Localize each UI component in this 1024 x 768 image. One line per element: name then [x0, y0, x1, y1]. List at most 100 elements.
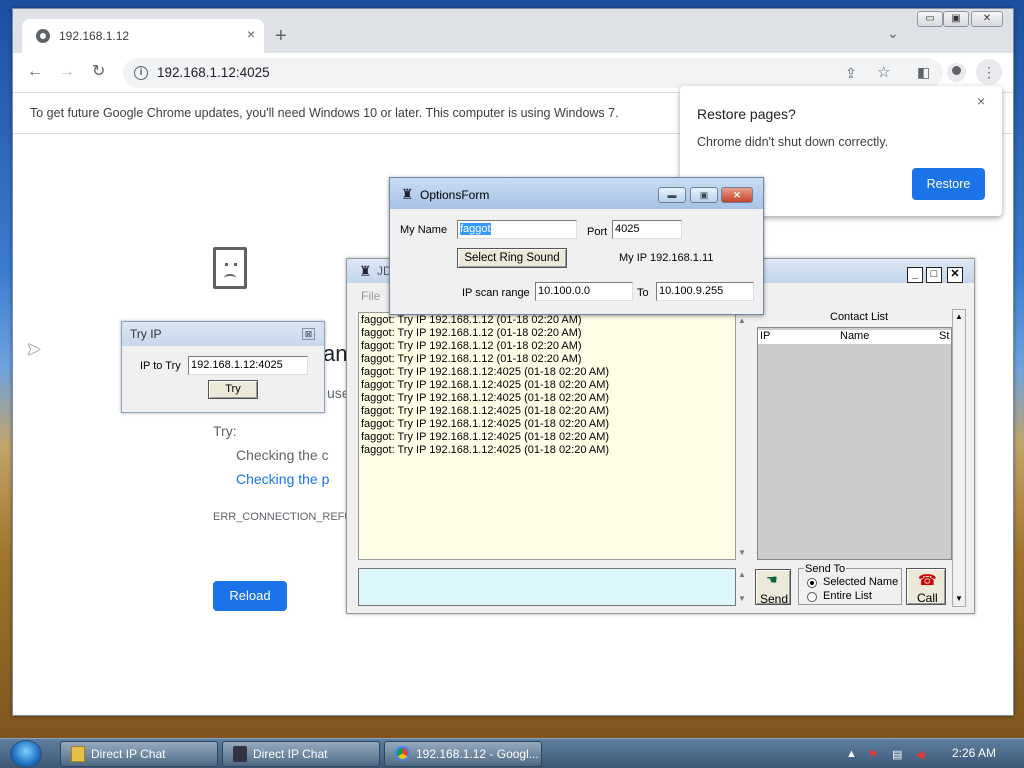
info-icon[interactable]: i: [134, 66, 148, 80]
taskbar-item[interactable]: 192.168.1.12 - Googl...: [384, 741, 542, 767]
my-name-label: My Name: [400, 224, 448, 236]
send-button[interactable]: ☚ Send: [755, 569, 791, 606]
try-ip-dialog: Try IP ⊠ IP to Try 192.168.1.12:4025 Try: [121, 321, 325, 413]
reload-button[interactable]: Reload: [213, 581, 287, 611]
minimize-button[interactable]: ▭: [917, 11, 943, 27]
message-scrollbar[interactable]: ▲ ▼: [736, 568, 748, 606]
scroll-up-arrow[interactable]: ▲: [738, 570, 746, 579]
scroll-up-arrow[interactable]: ▲: [955, 312, 963, 321]
share-icon[interactable]: ⇪: [845, 65, 857, 81]
close-window-button[interactable]: ✕: [971, 11, 1003, 27]
log-line: faggot: Try IP 192.168.1.12 (01-18 02:20…: [361, 314, 582, 326]
action-center-flag-icon[interactable]: ⚑: [868, 748, 878, 761]
radio-label-entire[interactable]: Entire List: [823, 590, 872, 602]
close-button[interactable]: ✕: [947, 267, 963, 283]
select-ring-sound-button[interactable]: Select Ring Sound: [457, 248, 567, 268]
column-status[interactable]: St: [939, 330, 951, 342]
maximize-button[interactable]: ▣: [690, 187, 718, 203]
show-hidden-icons-arrow[interactable]: ▲: [846, 748, 857, 760]
log-line: faggot: Try IP 192.168.1.12:4025 (01-18 …: [361, 405, 610, 417]
profile-avatar-icon[interactable]: [947, 63, 966, 82]
tab-strip: 192.168.1.12 × + ⌄ ▭ ▣ ✕: [13, 9, 1013, 53]
globe-icon: [36, 29, 50, 43]
taskbar-item[interactable]: Direct IP Chat: [222, 741, 380, 767]
port-input[interactable]: 4025: [612, 220, 682, 239]
suggestion-item: Checking the c: [236, 447, 346, 463]
sad-page-icon: [213, 247, 247, 289]
selected-name-text: faggot: [460, 223, 491, 235]
column-ip[interactable]: IP: [760, 330, 770, 342]
folder-icon: [71, 745, 85, 762]
tower-icon: [233, 745, 247, 762]
radio-entire-list[interactable]: [807, 592, 817, 602]
try-button[interactable]: Try: [208, 380, 258, 399]
port-label: Port: [587, 226, 608, 238]
minimize-button[interactable]: _: [907, 267, 923, 283]
log-line: faggot: Try IP 192.168.1.12:4025 (01-18 …: [361, 392, 610, 404]
volume-muted-icon[interactable]: ◀: [916, 748, 924, 761]
call-label: Call: [917, 591, 938, 605]
message-input[interactable]: [358, 568, 736, 606]
dialog-title: Try IP: [130, 327, 162, 341]
close-tab-icon[interactable]: ×: [247, 26, 255, 42]
scan-to-input[interactable]: 10.100.9.255: [656, 282, 754, 301]
close-button[interactable]: ✕: [721, 187, 753, 203]
chat-scrollbar[interactable]: ▲ ▼: [736, 312, 748, 560]
options-form-window: ♜ OptionsForm ▬ ▣ ✕ My Name faggot Port …: [389, 177, 764, 315]
tab-search-dropdown-icon[interactable]: ⌄: [887, 25, 899, 42]
log-line: faggot: Try IP 192.168.1.12:4025 (01-18 …: [361, 379, 610, 391]
browser-tab[interactable]: 192.168.1.12 ×: [22, 19, 264, 53]
close-icon[interactable]: ⊠: [302, 328, 315, 340]
ip-to-try-input[interactable]: 192.168.1.12:4025: [188, 356, 308, 375]
scroll-down-arrow[interactable]: ▼: [955, 594, 963, 603]
restore-message: Chrome didn't shut down correctly.: [697, 135, 889, 149]
log-line: faggot: Try IP 192.168.1.12 (01-18 02:20…: [361, 340, 582, 352]
side-panel-icon[interactable]: ◧: [917, 64, 930, 80]
maximize-button[interactable]: □: [926, 267, 942, 283]
contact-list[interactable]: IP Name St: [757, 327, 952, 560]
try-label: Try:: [213, 423, 237, 439]
scroll-up-arrow[interactable]: ▲: [738, 316, 746, 325]
scroll-down-arrow[interactable]: ▼: [738, 594, 746, 603]
ip-scan-range-label: IP scan range: [462, 287, 530, 299]
radio-selected-name[interactable]: [807, 578, 817, 588]
bookmark-star-icon[interactable]: ☆: [877, 65, 890, 81]
log-line: faggot: Try IP 192.168.1.12:4025 (01-18 …: [361, 418, 610, 430]
maximize-button[interactable]: ▣: [943, 11, 969, 27]
taskbar-item[interactable]: Direct IP Chat: [60, 741, 218, 767]
my-name-input[interactable]: faggot: [457, 220, 577, 239]
column-name[interactable]: Name: [840, 330, 869, 342]
call-button[interactable]: ☎ Call: [906, 568, 946, 605]
tower-icon: ♜: [359, 263, 372, 279]
forward-arrow-icon[interactable]: →: [59, 64, 75, 80]
new-tab-button[interactable]: +: [275, 26, 287, 46]
options-titlebar[interactable]: ♜ OptionsForm ▬ ▣ ✕: [390, 178, 763, 209]
send-label: Send: [760, 592, 789, 606]
close-icon[interactable]: ×: [977, 93, 985, 109]
back-arrow-icon[interactable]: ←: [27, 64, 43, 80]
menu-file[interactable]: File: [361, 289, 380, 303]
taskbar-item-label: Direct IP Chat: [253, 747, 328, 761]
try-ip-titlebar[interactable]: Try IP ⊠: [122, 322, 324, 346]
log-line: faggot: Try IP 192.168.1.12 (01-18 02:20…: [361, 353, 582, 365]
clock[interactable]: 2:26 AM: [952, 746, 996, 760]
suggestion-link[interactable]: Checking the p: [236, 471, 346, 487]
reload-icon[interactable]: ↻: [92, 64, 105, 80]
taskbar-item-label: 192.168.1.12 - Googl...: [416, 747, 539, 761]
radio-label-selected[interactable]: Selected Name: [823, 576, 898, 588]
start-button[interactable]: [10, 740, 42, 768]
scroll-down-arrow[interactable]: ▼: [738, 548, 746, 557]
address-text[interactable]: 192.168.1.12:4025: [157, 65, 270, 80]
menu-kebab-icon[interactable]: ⋮: [976, 59, 1002, 85]
mouse-cursor-icon: ➤: [26, 339, 42, 359]
send-to-group: Send To Selected Name Entire List: [798, 563, 902, 605]
scan-from-input[interactable]: 10.100.0.0: [535, 282, 633, 301]
restore-button[interactable]: Restore: [912, 168, 985, 200]
contact-list-title: Contact List: [830, 311, 889, 323]
contact-scrollbar[interactable]: ▲ ▼: [952, 309, 966, 607]
log-line: faggot: Try IP 192.168.1.12:4025 (01-18 …: [361, 366, 610, 378]
network-icon[interactable]: ▤: [892, 748, 902, 761]
minimize-button[interactable]: ▬: [658, 187, 686, 203]
address-bar[interactable]: i 192.168.1.12:4025 ⇪ ☆: [123, 58, 943, 88]
chrome-icon: [395, 746, 410, 762]
